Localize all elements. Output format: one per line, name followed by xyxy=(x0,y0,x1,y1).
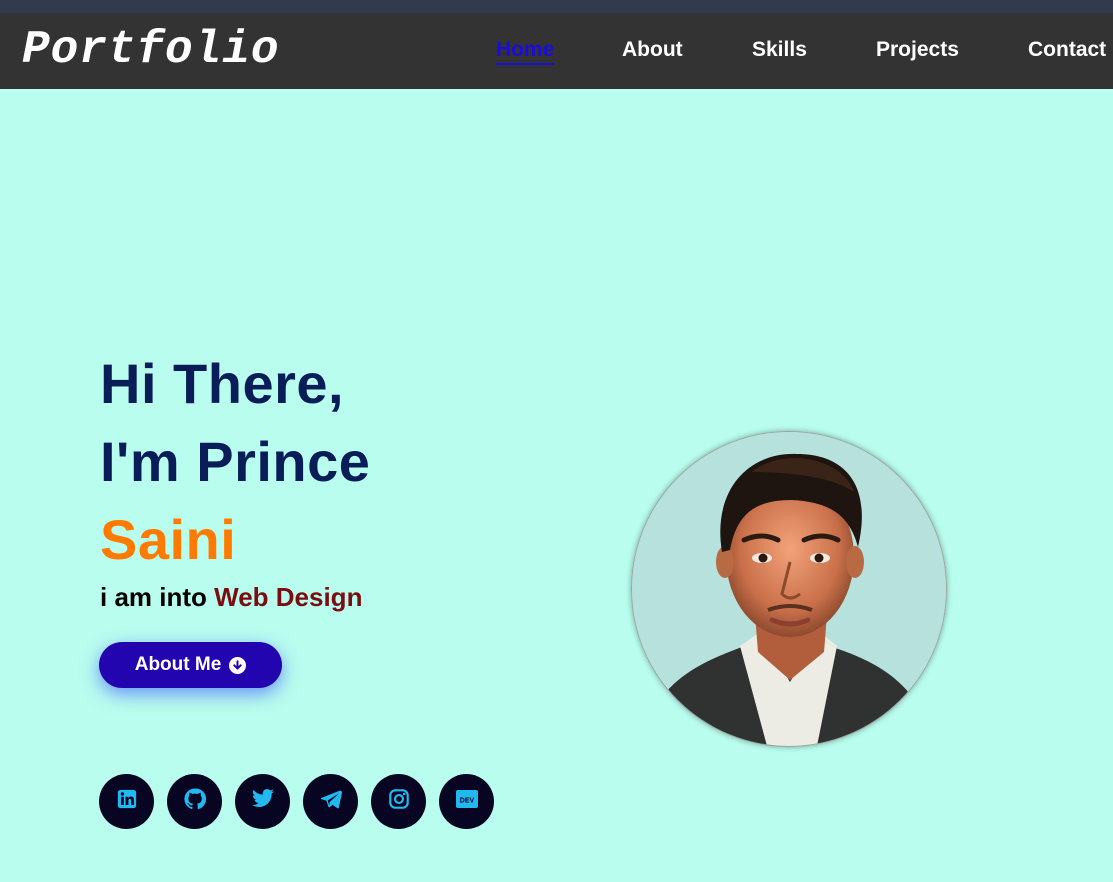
nav-projects-link[interactable]: Projects xyxy=(876,37,959,63)
about-me-button[interactable]: About Me xyxy=(99,642,282,688)
hero-headline: Hi There, I'm Prince Saini xyxy=(100,345,580,579)
dev-icon: DEV xyxy=(455,790,478,813)
profile-portrait xyxy=(632,432,946,746)
instagram-icon xyxy=(388,788,410,815)
dev-link[interactable]: DEV xyxy=(439,774,494,829)
brand-logo[interactable]: Portfolio xyxy=(22,23,279,77)
github-icon xyxy=(183,787,207,816)
nav-skills-link[interactable]: Skills xyxy=(752,37,807,63)
nav-home-link[interactable]: Home xyxy=(496,37,554,63)
nav-about-link[interactable]: About xyxy=(622,37,683,63)
linkedin-icon xyxy=(116,788,138,815)
dev-icon-text: DEV xyxy=(459,797,474,804)
tagline-prefix: i am into xyxy=(100,582,215,612)
twitter-icon xyxy=(251,788,275,815)
arrow-circle-down-icon xyxy=(229,656,247,674)
github-link[interactable] xyxy=(167,774,222,829)
tagline: i am into Web Design xyxy=(100,579,580,615)
nav-contact-link[interactable]: Contact xyxy=(1028,37,1106,63)
name-accent: Saini xyxy=(100,508,237,571)
telegram-icon xyxy=(320,789,342,814)
instagram-link[interactable] xyxy=(371,774,426,829)
tagline-role: Web Design xyxy=(214,582,363,612)
telegram-link[interactable] xyxy=(303,774,358,829)
twitter-link[interactable] xyxy=(235,774,290,829)
about-me-button-label: About Me xyxy=(134,654,222,675)
browser-top-strip xyxy=(0,0,1113,13)
greeting-line-1: Hi There, xyxy=(100,352,345,415)
social-links: DEV xyxy=(99,774,494,829)
profile-photo xyxy=(631,431,947,747)
hero-section: Hi There, I'm Prince Saini i am into Web… xyxy=(100,345,580,615)
navbar: Portfolio Home About Skills Projects Con… xyxy=(0,13,1113,89)
linkedin-link[interactable] xyxy=(99,774,154,829)
greeting-line-2: I'm Prince xyxy=(100,430,371,493)
